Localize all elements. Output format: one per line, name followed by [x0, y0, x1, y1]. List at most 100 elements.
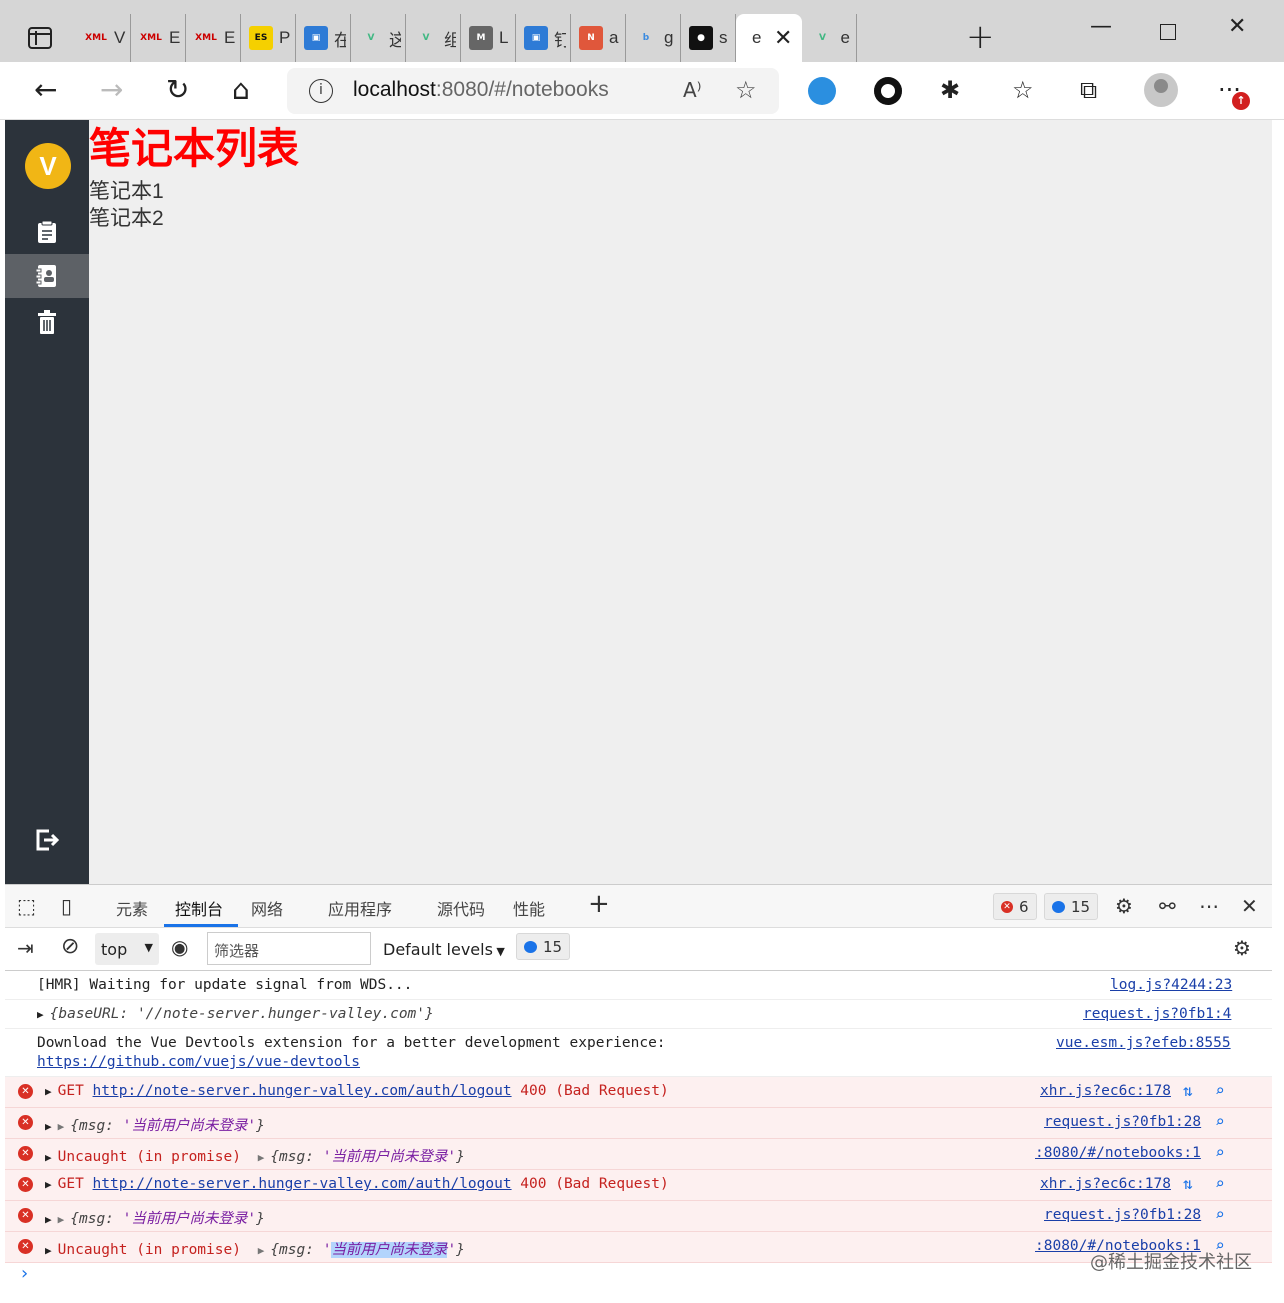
log-levels-dropdown[interactable]: Default levels [383, 940, 505, 959]
filter-input[interactable]: 筛选器 [207, 932, 371, 965]
search-icon[interactable]: ⌕ [1215, 1205, 1225, 1224]
app-logo[interactable]: V [25, 143, 71, 189]
console-message[interactable]: ▶ ▶ {msg: '当前用户尚未登录'} [45, 1114, 265, 1135]
close-window-icon[interactable]: ✕ [1228, 14, 1246, 39]
show-sidebar-icon[interactable]: ⇥ [17, 936, 34, 960]
error-counter[interactable]: ✕ 6 [993, 893, 1037, 920]
console-message[interactable]: ▶ {baseURL: '//note-server.hunger-valley.… [37, 1006, 434, 1022]
tab-application[interactable]: 应用程序 [328, 896, 392, 920]
message-counter[interactable]: 15 [1044, 893, 1099, 920]
inspect-element-icon[interactable]: ⬚ [17, 894, 36, 918]
profile-avatar[interactable] [1144, 73, 1178, 107]
source-link[interactable]: request.js?0fb1:28 [1044, 1207, 1201, 1223]
connect-icon[interactable]: ⚯ [1159, 894, 1176, 918]
favorites-icon[interactable]: ☆ [1012, 74, 1034, 106]
settings-icon[interactable]: ⚙ [1115, 894, 1133, 918]
expand-icon[interactable]: ▶ [58, 1213, 65, 1226]
source-link[interactable]: :8080/#/notebooks:1 [1035, 1145, 1201, 1161]
console-message[interactable]: ▶ GET http://note-server.hunger-valley.co… [45, 1176, 669, 1192]
logout-nav-item[interactable] [5, 818, 89, 862]
browser-tab[interactable]: XML E [131, 14, 186, 62]
console-message[interactable]: ▶ ▶ {msg: '当前用户尚未登录'} [45, 1207, 265, 1228]
expand-icon[interactable]: ▶ [45, 1244, 52, 1257]
request-url[interactable]: http://note-server.hunger-valley.com/aut… [93, 1083, 512, 1099]
read-aloud-icon[interactable]: A⁾ [683, 78, 702, 102]
expand-icon[interactable]: ▶ [58, 1120, 65, 1133]
source-link[interactable]: xhr.js?ec6c:178 [1040, 1083, 1171, 1099]
request-url[interactable]: http://note-server.hunger-valley.com/aut… [93, 1176, 512, 1192]
trash-nav-item[interactable] [5, 300, 89, 344]
minimize-icon[interactable]: — [1090, 14, 1112, 39]
source-link[interactable]: log.js?4244:23 [1110, 977, 1232, 993]
expand-icon[interactable]: ▶ [45, 1151, 52, 1164]
new-tab-button[interactable]: + [966, 20, 995, 54]
expand-icon[interactable]: ▶ [45, 1120, 52, 1133]
console-settings-icon[interactable]: ⚙ [1233, 936, 1251, 960]
clear-console-icon[interactable]: ⊘ [61, 934, 79, 959]
expand-icon[interactable]: ▶ [45, 1213, 52, 1226]
browser-tab[interactable]: bg [626, 14, 681, 62]
tab-performance[interactable]: 性能 [513, 896, 545, 920]
search-icon[interactable]: ⌕ [1215, 1081, 1225, 1100]
url-text[interactable]: localhost:8080/#/notebooks [353, 78, 609, 102]
expand-icon[interactable]: ▶ [37, 1008, 44, 1021]
console-message-counter[interactable]: 15 [516, 933, 571, 960]
source-link[interactable]: xhr.js?ec6c:178 [1040, 1176, 1171, 1192]
browser-tab[interactable]: Ve [802, 14, 858, 62]
tab-network[interactable]: 网络 [251, 896, 283, 920]
customize-icon[interactable]: ⋯ [1199, 894, 1219, 918]
close-tab-icon[interactable]: ✕ [774, 26, 792, 51]
tab-elements[interactable]: 元素 [116, 896, 148, 920]
browser-tab[interactable]: XML V [76, 14, 131, 62]
context-select[interactable]: top [95, 933, 159, 965]
network-panel-icon[interactable]: ⇅ [1183, 1174, 1193, 1193]
browser-tab[interactable]: ES P [241, 14, 296, 62]
console-prompt-row[interactable]: › [5, 1263, 1272, 1293]
device-toolbar-icon[interactable]: ▯ [61, 894, 72, 918]
browser-tab[interactable]: XML E [186, 14, 241, 62]
browser-tab[interactable]: ▣ 钉 [516, 14, 571, 62]
search-icon[interactable]: ⌕ [1215, 1174, 1225, 1193]
home-icon[interactable]: ⌂ [232, 74, 250, 106]
add-favorite-icon[interactable]: ☆ [735, 76, 757, 104]
address-bar[interactable]: i localhost:8080/#/notebooks A⁾ ☆ [287, 68, 779, 114]
browser-tab[interactable]: Na [571, 14, 626, 62]
close-devtools-icon[interactable]: ✕ [1241, 894, 1258, 918]
notes-nav-item[interactable] [5, 210, 89, 254]
collections-icon[interactable]: ⧉ [1080, 74, 1097, 106]
browser-tab[interactable]: e ✕ [736, 14, 803, 62]
refresh-icon[interactable]: ↻ [166, 74, 189, 106]
extensions-icon[interactable]: ✱ [940, 74, 960, 106]
expand-icon[interactable]: ▶ [258, 1244, 265, 1257]
network-panel-icon[interactable]: ⇅ [1183, 1081, 1193, 1100]
browser-tab[interactable]: ▣ 在 [296, 14, 351, 62]
notebooks-nav-item[interactable] [5, 254, 89, 298]
browser-tab[interactable]: V组 [406, 14, 461, 62]
back-icon[interactable]: ← [34, 74, 57, 106]
extension-shield-icon[interactable] [808, 77, 836, 105]
browser-tab[interactable]: ● s [681, 14, 736, 62]
source-link[interactable]: request.js?0fb1:4 [1083, 1006, 1231, 1022]
browser-tab[interactable]: ML [461, 14, 516, 62]
console-message[interactable]: ▶ Uncaught (in promise) ▶ {msg: '当前用户尚未登录'… [45, 1145, 465, 1166]
maximize-icon[interactable] [1160, 24, 1176, 40]
expand-icon[interactable]: ▶ [258, 1151, 265, 1164]
notebook-item[interactable]: 笔记本1 [89, 178, 299, 205]
expand-icon[interactable]: ▶ [45, 1178, 52, 1191]
expand-icon[interactable]: ▶ [45, 1085, 52, 1098]
console-message[interactable]: ▶ Uncaught (in promise) ▶ {msg: '当前用户尚未登录'… [45, 1238, 465, 1259]
search-icon[interactable]: ⌕ [1215, 1112, 1225, 1131]
selected-text[interactable]: 当前用户尚未登录 [331, 1242, 448, 1258]
browser-tab[interactable]: V这 [351, 14, 406, 62]
devtools-link[interactable]: https://github.com/vuejs/vue-devtools [37, 1054, 360, 1070]
search-icon[interactable]: ⌕ [1215, 1143, 1225, 1162]
forward-icon[interactable]: → [100, 74, 123, 106]
tab-actions-icon[interactable] [28, 27, 52, 49]
more-tools-icon[interactable]: + [588, 889, 610, 919]
notebook-item[interactable]: 笔记本2 [89, 205, 299, 232]
source-link[interactable]: request.js?0fb1:28 [1044, 1114, 1201, 1130]
live-expression-icon[interactable]: ◉ [171, 935, 188, 959]
site-info-icon[interactable]: i [309, 79, 333, 103]
source-link[interactable]: vue.esm.js?efeb:8555 [1056, 1035, 1231, 1051]
tab-console[interactable]: 控制台 [175, 896, 223, 920]
